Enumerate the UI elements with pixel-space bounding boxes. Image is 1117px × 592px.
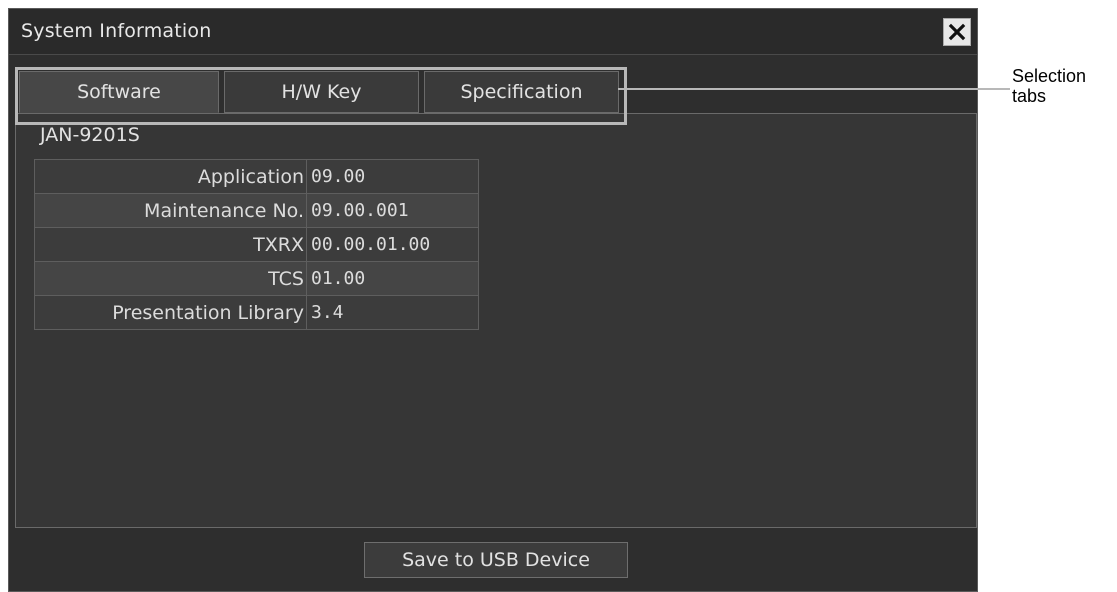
tab-software[interactable]: Software [19, 71, 219, 113]
table-row: TXRX 00.00.01.00 [34, 227, 479, 262]
row-value: 09.00 [306, 159, 479, 194]
callout-line [618, 88, 1010, 90]
callout-line-1: Selection [1012, 66, 1087, 86]
callout-line-2: tabs [1012, 86, 1047, 106]
row-value: 3.4 [306, 295, 479, 330]
row-value: 09.00.001 [306, 193, 479, 228]
tab-hw-key[interactable]: H/W Key [224, 71, 419, 113]
row-key: Maintenance No. [34, 193, 307, 228]
row-value: 00.00.01.00 [306, 227, 479, 262]
table-row: TCS 01.00 [34, 261, 479, 296]
close-icon [948, 23, 966, 41]
row-value: 01.00 [306, 261, 479, 296]
software-info-table: Application 09.00 Maintenance No. 09.00.… [34, 159, 479, 330]
tab-specification[interactable]: Specification [424, 71, 619, 113]
row-key: Application [34, 159, 307, 194]
close-button[interactable] [943, 18, 971, 46]
callout-label: Selection tabs [1012, 66, 1086, 106]
software-panel: JAN-9201S Application 09.00 Maintenance … [15, 113, 977, 528]
row-key: TXRX [34, 227, 307, 262]
model-name: JAN-9201S [40, 124, 140, 146]
table-row: Maintenance No. 09.00.001 [34, 193, 479, 228]
row-key: TCS [34, 261, 307, 296]
window-title: System Information [21, 20, 212, 42]
row-key: Presentation Library [34, 295, 307, 330]
table-row: Application 09.00 [34, 159, 479, 194]
system-information-window: System Information JAN-9201S Application… [8, 8, 978, 592]
table-row: Presentation Library 3.4 [34, 295, 479, 330]
save-to-usb-button[interactable]: Save to USB Device [364, 542, 628, 578]
title-bar: System Information [9, 9, 977, 55]
